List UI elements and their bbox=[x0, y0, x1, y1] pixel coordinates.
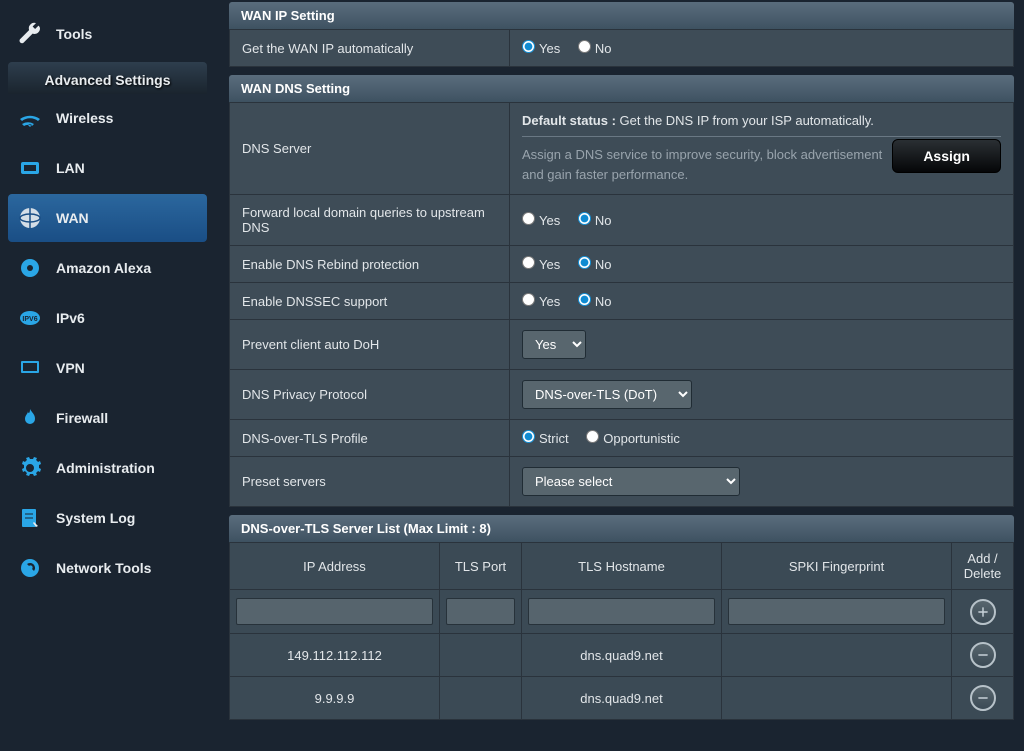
sidebar-label: Amazon Alexa bbox=[56, 260, 151, 276]
wan-ip-setting-title: WAN IP Setting bbox=[229, 2, 1014, 29]
sidebar-item-networktools[interactable]: Network Tools bbox=[8, 544, 207, 592]
dnssec-no[interactable]: No bbox=[578, 294, 612, 309]
sidebar-item-firewall[interactable]: Firewall bbox=[8, 394, 207, 442]
dot-row: 149.112.112.112 dns.quad9.net bbox=[230, 634, 1014, 677]
dot-spki bbox=[722, 634, 952, 677]
sidebar-label: LAN bbox=[56, 160, 85, 176]
dot-list-title: DNS-over-TLS Server List (Max Limit : 8) bbox=[229, 515, 1014, 542]
globe-icon bbox=[16, 204, 44, 232]
fwd-local-no[interactable]: No bbox=[578, 213, 612, 228]
sidebar-item-vpn[interactable]: VPN bbox=[8, 344, 207, 392]
dnssec-label: Enable DNSSEC support bbox=[230, 283, 510, 320]
profile-strict[interactable]: Strict bbox=[522, 431, 569, 446]
dot-input-row bbox=[230, 590, 1014, 634]
svg-text:IPV6: IPV6 bbox=[22, 316, 37, 323]
gear-icon bbox=[16, 454, 44, 482]
profile-label: DNS-over-TLS Profile bbox=[230, 420, 510, 457]
col-spki: SPKI Fingerprint bbox=[722, 543, 952, 590]
col-port: TLS Port bbox=[440, 543, 522, 590]
col-ip: IP Address bbox=[230, 543, 440, 590]
wan-ip-auto-label: Get the WAN IP automatically bbox=[230, 30, 510, 67]
vpn-icon bbox=[16, 354, 44, 382]
dot-port bbox=[440, 634, 522, 677]
sidebar-item-tools[interactable]: Tools bbox=[8, 10, 207, 58]
wan-ip-auto-yes[interactable]: Yes bbox=[522, 41, 560, 56]
sidebar-label: Firewall bbox=[56, 410, 108, 426]
fwd-local-yes[interactable]: Yes bbox=[522, 213, 560, 228]
sidebar-item-systemlog[interactable]: System Log bbox=[8, 494, 207, 542]
rebind-no[interactable]: No bbox=[578, 257, 612, 272]
dot-port-input[interactable] bbox=[446, 598, 515, 625]
dot-ip: 149.112.112.112 bbox=[230, 634, 440, 677]
col-host: TLS Hostname bbox=[522, 543, 722, 590]
dot-ip: 9.9.9.9 bbox=[230, 677, 440, 720]
sidebar-item-wan[interactable]: WAN bbox=[8, 194, 207, 242]
privacy-label: DNS Privacy Protocol bbox=[230, 370, 510, 420]
sidebar-label: WAN bbox=[56, 210, 89, 226]
sidebar-label: Wireless bbox=[56, 110, 113, 126]
delete-row-button[interactable] bbox=[970, 685, 996, 711]
dot-spki bbox=[722, 677, 952, 720]
minus-icon bbox=[976, 648, 990, 662]
dns-server-label: DNS Server bbox=[230, 103, 510, 195]
sidebar-item-administration[interactable]: Administration bbox=[8, 444, 207, 492]
rebind-yes[interactable]: Yes bbox=[522, 257, 560, 272]
tools-icon bbox=[16, 554, 44, 582]
privacy-select[interactable]: DNS-over-TLS (DoT) bbox=[522, 380, 692, 409]
col-action: Add / Delete bbox=[952, 543, 1014, 590]
sidebar-item-lan[interactable]: LAN bbox=[8, 144, 207, 192]
wan-ip-auto-no[interactable]: No bbox=[578, 41, 612, 56]
sidebar-label: IPv6 bbox=[56, 310, 85, 326]
wireless-icon bbox=[16, 104, 44, 132]
sidebar-label-tools: Tools bbox=[56, 26, 92, 42]
plus-icon bbox=[976, 605, 990, 619]
sidebar-label: System Log bbox=[56, 510, 135, 526]
assign-button[interactable]: Assign bbox=[892, 139, 1001, 173]
profile-opportunistic[interactable]: Opportunistic bbox=[586, 431, 680, 446]
rebind-label: Enable DNS Rebind protection bbox=[230, 246, 510, 283]
minus-icon bbox=[976, 691, 990, 705]
lan-icon bbox=[16, 154, 44, 182]
firewall-icon bbox=[16, 404, 44, 432]
delete-row-button[interactable] bbox=[970, 642, 996, 668]
dot-port bbox=[440, 677, 522, 720]
log-icon bbox=[16, 504, 44, 532]
wan-dns-setting-title: WAN DNS Setting bbox=[229, 75, 1014, 102]
alexa-icon bbox=[16, 254, 44, 282]
sidebar-item-wireless[interactable]: Wireless bbox=[8, 94, 207, 142]
dot-ip-input[interactable] bbox=[236, 598, 433, 625]
wrench-icon bbox=[16, 20, 44, 48]
doh-select[interactable]: Yes bbox=[522, 330, 586, 359]
ipv6-icon: IPV6 bbox=[16, 304, 44, 332]
dns-default-status: Default status : Get the DNS IP from you… bbox=[522, 113, 1001, 128]
sidebar-label: VPN bbox=[56, 360, 85, 376]
sidebar-item-alexa[interactable]: Amazon Alexa bbox=[8, 244, 207, 292]
fwd-local-label: Forward local domain queries to upstream… bbox=[230, 195, 510, 246]
preset-select[interactable]: Please select bbox=[522, 467, 740, 496]
preset-label: Preset servers bbox=[230, 457, 510, 507]
dot-row: 9.9.9.9 dns.quad9.net bbox=[230, 677, 1014, 720]
sidebar-section-advanced: Advanced Settings bbox=[8, 62, 207, 94]
sidebar-label: Network Tools bbox=[56, 560, 151, 576]
dot-host: dns.quad9.net bbox=[522, 634, 722, 677]
sidebar-item-ipv6[interactable]: IPV6 IPv6 bbox=[8, 294, 207, 342]
dot-host: dns.quad9.net bbox=[522, 677, 722, 720]
dot-host-input[interactable] bbox=[528, 598, 715, 625]
sidebar-label: Administration bbox=[56, 460, 155, 476]
dot-spki-input[interactable] bbox=[728, 598, 945, 625]
add-row-button[interactable] bbox=[970, 599, 996, 625]
doh-label: Prevent client auto DoH bbox=[230, 320, 510, 370]
dnssec-yes[interactable]: Yes bbox=[522, 294, 560, 309]
